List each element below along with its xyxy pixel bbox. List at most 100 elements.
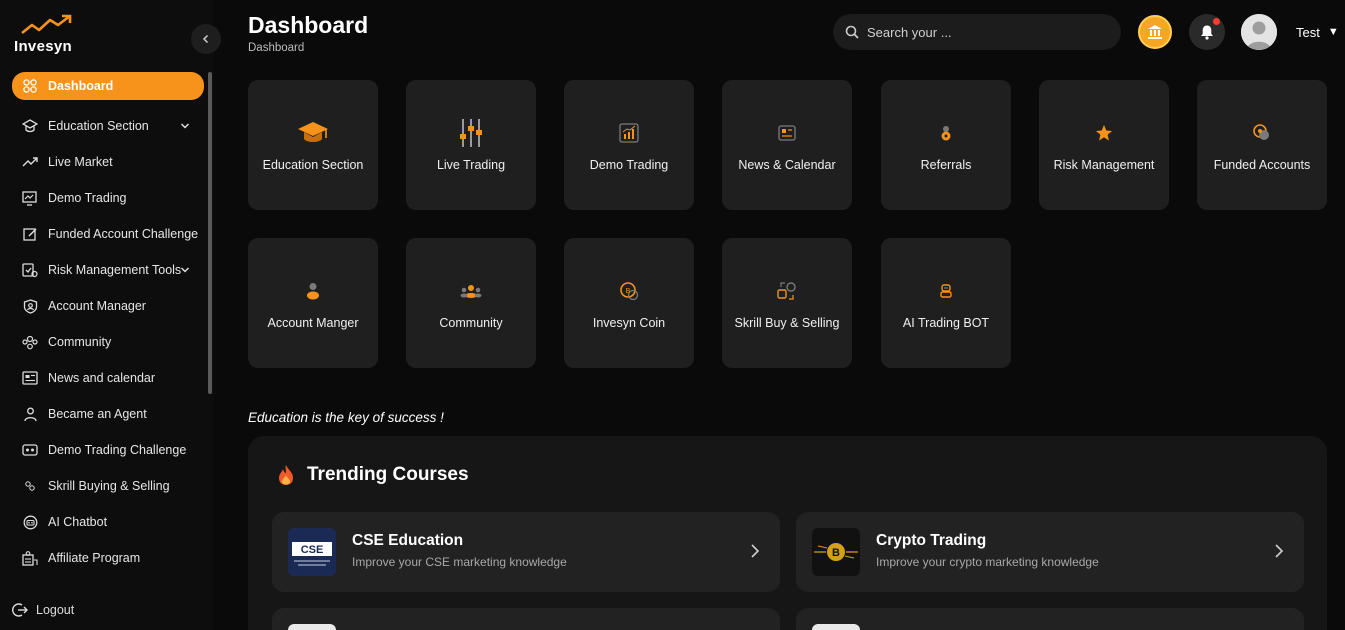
tile-funded-accounts[interactable]: Funded Accounts xyxy=(1197,80,1327,210)
swap-icon xyxy=(722,276,852,306)
graduation-cap-icon xyxy=(248,118,378,148)
edit-box-icon xyxy=(22,226,38,242)
tile-skrill-buy-selling[interactable]: Skrill Buy & Selling xyxy=(722,238,852,368)
logout-button[interactable]: Logout xyxy=(12,598,74,622)
sidebar-item-became-an-agent[interactable]: Became an Agent xyxy=(12,396,204,432)
notification-badge xyxy=(1213,18,1220,25)
chevron-right-icon xyxy=(751,544,760,558)
tile-label: Live Trading xyxy=(436,158,506,172)
sidebar: Invesyn Dashboard Education Section Live… xyxy=(0,0,221,630)
avatar xyxy=(1241,14,1277,50)
bot-icon xyxy=(881,276,1011,306)
tile-label: News & Calendar xyxy=(738,158,836,172)
newspaper-icon xyxy=(22,370,38,386)
coins-icon xyxy=(1197,118,1327,148)
sidebar-item-label: Demo Trading xyxy=(48,191,127,205)
course-subtitle: Improve your crypto marketing knowledge xyxy=(876,555,1099,569)
breadcrumb[interactable]: Dashboard xyxy=(248,42,304,54)
tile-live-trading[interactable]: Live Trading xyxy=(406,80,536,210)
sidebar-item-community[interactable]: Community xyxy=(12,324,204,360)
chevron-left-icon xyxy=(202,34,209,44)
course-card-crypto-trading[interactable]: B Crypto Trading Improve your crypto mar… xyxy=(796,512,1304,592)
collapse-sidebar-button[interactable] xyxy=(191,24,221,54)
sidebar-item-label: News and calendar xyxy=(48,371,156,385)
course-thumbnail xyxy=(812,624,860,630)
tile-community[interactable]: Community xyxy=(406,238,536,368)
sidebar-item-demo-trading[interactable]: Demo Trading xyxy=(12,180,204,216)
tile-account-manager[interactable]: Account Manger xyxy=(248,238,378,368)
tile-invesyn-coin[interactable]: B Invesyn Coin xyxy=(564,238,694,368)
sidebar-item-account-manager[interactable]: Account Manager xyxy=(12,288,204,324)
tile-label: Invesyn Coin xyxy=(592,316,666,330)
tile-label: Education Section xyxy=(262,158,364,172)
tile-label: Risk Management xyxy=(1053,158,1155,172)
sidebar-item-dashboard[interactable]: Dashboard xyxy=(12,72,204,100)
tile-education-section[interactable]: Education Section xyxy=(248,80,378,210)
caret-down-icon: ▼ xyxy=(1327,26,1339,38)
sidebar-item-label: Community xyxy=(48,335,112,349)
sidebar-item-label: Dashboard xyxy=(48,79,114,93)
page-title: Dashboard xyxy=(248,12,369,38)
course-thumbnail: B xyxy=(812,528,860,576)
chevron-down-icon xyxy=(180,123,190,129)
shield-check-icon xyxy=(22,262,38,278)
robot-icon xyxy=(22,514,38,530)
bank-icon xyxy=(1148,25,1162,39)
tile-ai-trading-bot[interactable]: AI Trading BOT xyxy=(881,238,1011,368)
tagline: Education is the key of success ! xyxy=(248,410,444,425)
challenge-icon xyxy=(22,442,38,458)
tile-news-calendar[interactable]: News & Calendar xyxy=(722,80,852,210)
flame-icon xyxy=(279,465,293,485)
sidebar-item-ai-chatbot[interactable]: AI Chatbot xyxy=(12,504,204,540)
sidebar-item-news-and-calendar[interactable]: News and calendar xyxy=(12,360,204,396)
app-logo[interactable]: Invesyn xyxy=(12,14,82,58)
sidebar-item-demo-trading-challenge[interactable]: Demo Trading Challenge xyxy=(12,432,204,468)
tile-label: Community xyxy=(439,316,503,330)
course-card-partial[interactable] xyxy=(272,608,780,630)
invesyn-coin-button[interactable] xyxy=(1138,15,1172,49)
course-thumbnail: CSE xyxy=(288,528,336,576)
search-icon xyxy=(845,25,859,39)
course-card-partial[interactable] xyxy=(796,608,1304,630)
star-icon xyxy=(1039,118,1169,148)
sliders-icon xyxy=(406,118,536,148)
trending-courses-title: Trending Courses xyxy=(307,464,469,485)
sidebar-item-label: Live Market xyxy=(48,155,113,169)
course-card-cse-education[interactable]: CSE CSE Education Improve your CSE marke… xyxy=(272,512,780,592)
tile-label: Demo Trading xyxy=(589,158,669,172)
tile-label: Account Manger xyxy=(267,316,359,330)
user-shield-icon xyxy=(22,298,38,314)
news-icon xyxy=(722,118,852,148)
tile-referrals[interactable]: Referrals xyxy=(881,80,1011,210)
user-menu[interactable]: Test ▼ xyxy=(1241,14,1339,50)
sidebar-item-label: Became an Agent xyxy=(48,407,147,421)
chevron-down-icon xyxy=(180,267,190,273)
sidebar-item-live-market[interactable]: Live Market xyxy=(12,144,204,180)
search-input[interactable] xyxy=(867,24,1087,40)
tile-demo-trading[interactable]: Demo Trading xyxy=(564,80,694,210)
group-icon xyxy=(406,276,536,306)
sidebar-scrollbar[interactable] xyxy=(208,72,212,394)
sidebar-item-affiliate-program[interactable]: Affiliate Program xyxy=(12,540,204,576)
svg-text:B: B xyxy=(626,288,631,295)
referral-icon xyxy=(881,118,1011,148)
notifications-button[interactable] xyxy=(1189,14,1225,50)
course-title: Crypto Trading xyxy=(876,532,987,549)
sidebar-item-label: Affiliate Program xyxy=(48,551,141,565)
sidebar-item-skrill-buying-selling[interactable]: Skrill Buying & Selling xyxy=(12,468,204,504)
course-thumbnail xyxy=(288,624,336,630)
sidebar-item-label: Demo Trading Challenge xyxy=(48,443,187,457)
sidebar-item-risk-management-tools[interactable]: Risk Management Tools xyxy=(12,252,204,288)
sidebar-item-label: Education Section xyxy=(48,119,149,133)
bell-icon xyxy=(1201,25,1213,40)
course-title: CSE Education xyxy=(352,532,464,549)
chevron-right-icon xyxy=(1275,544,1284,558)
tile-risk-management[interactable]: Risk Management xyxy=(1039,80,1169,210)
sidebar-item-funded-account-challenge[interactable]: Funded Account Challenge xyxy=(12,216,204,252)
coin-icon: B xyxy=(564,276,694,306)
person-icon xyxy=(248,276,378,306)
sidebar-nav: Dashboard Education Section Live Market … xyxy=(12,72,204,576)
community-icon xyxy=(22,334,38,350)
sidebar-item-education-section[interactable]: Education Section xyxy=(12,108,204,144)
chart-box-icon xyxy=(564,118,694,148)
